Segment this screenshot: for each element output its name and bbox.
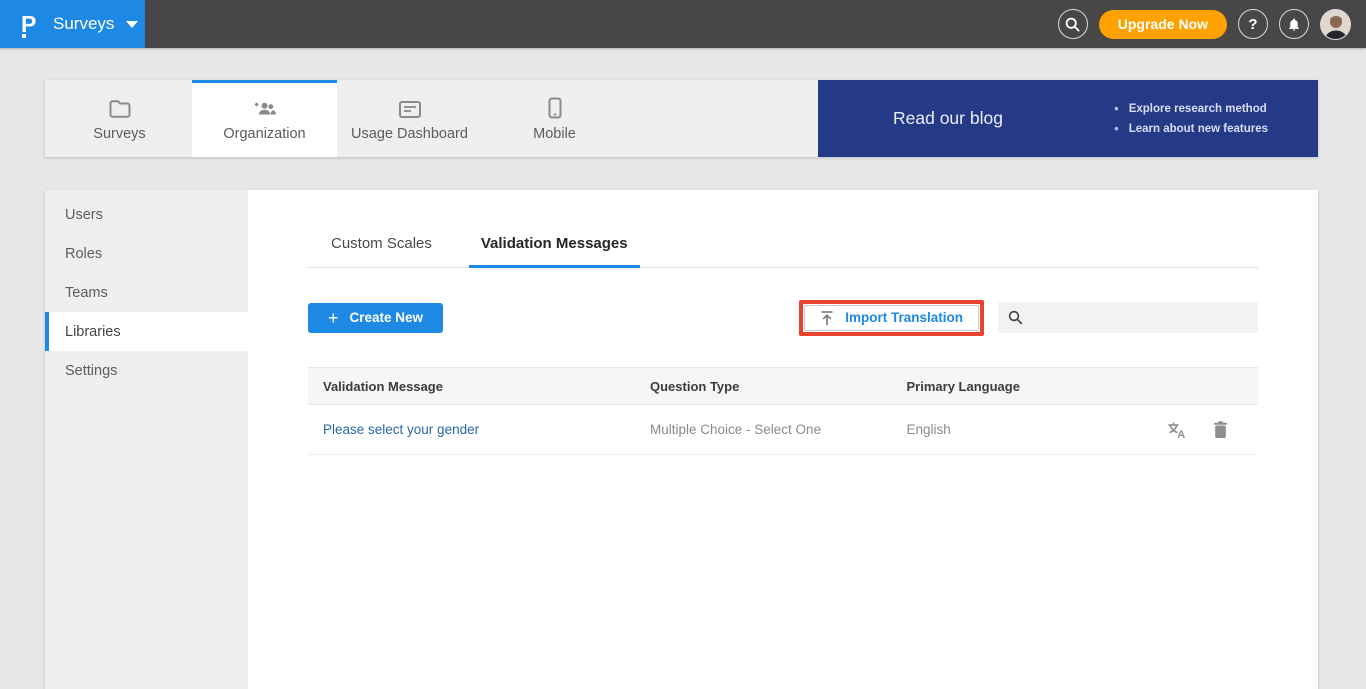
- col-validation-message: Validation Message: [308, 379, 650, 394]
- upload-icon: [820, 310, 834, 326]
- table-header-row: Validation Message Question Type Primary…: [308, 367, 1258, 405]
- create-new-label: Create New: [350, 310, 424, 325]
- libraries-main-panel: Custom Scales Validation Messages + Crea…: [248, 190, 1318, 689]
- sidebar-item-roles[interactable]: Roles: [45, 234, 248, 273]
- help-button[interactable]: ?: [1238, 9, 1268, 39]
- libraries-tabs: Custom Scales Validation Messages: [308, 235, 1258, 268]
- chevron-down-icon: [126, 21, 138, 28]
- search-button[interactable]: [1058, 9, 1088, 39]
- user-avatar[interactable]: [1320, 9, 1351, 40]
- mobile-icon: [548, 95, 562, 119]
- sidebar-item-libraries[interactable]: Libraries: [45, 312, 248, 351]
- plus-icon: +: [328, 309, 339, 327]
- sidebar-item-users[interactable]: Users: [45, 195, 248, 234]
- add-people-icon: [251, 95, 279, 119]
- nav-tab-usage-dashboard[interactable]: Usage Dashboard: [337, 80, 482, 157]
- nav-tab-label: Surveys: [93, 126, 145, 142]
- validation-messages-table: Validation Message Question Type Primary…: [308, 367, 1258, 455]
- nav-tab-label: Organization: [223, 126, 305, 142]
- banner-bullet: Explore research method: [1114, 99, 1268, 119]
- bell-icon: [1287, 17, 1301, 32]
- notifications-button[interactable]: [1279, 9, 1309, 39]
- topbar-actions: Upgrade Now ?: [1058, 9, 1366, 40]
- blog-banner[interactable]: Read our blog Explore research method Le…: [818, 80, 1318, 157]
- table-search-field[interactable]: [998, 302, 1258, 333]
- banner-bullet-list: Explore research method Learn about new …: [1114, 99, 1268, 139]
- question-type-value: Multiple Choice - Select One: [650, 422, 821, 437]
- nav-tab-label: Usage Dashboard: [351, 126, 468, 142]
- svg-text:A: A: [1177, 429, 1185, 439]
- import-translation-label: Import Translation: [845, 310, 963, 325]
- table-row: Please select your gender Multiple Choic…: [308, 405, 1258, 455]
- nav-tab-label: Mobile: [533, 126, 576, 142]
- search-icon: [1008, 310, 1023, 325]
- logo-dot: [22, 34, 26, 38]
- validation-message-link[interactable]: Please select your gender: [323, 422, 479, 437]
- search-input[interactable]: [1031, 310, 1241, 325]
- tab-validation-messages[interactable]: Validation Messages: [469, 235, 640, 268]
- org-nav-card: Surveys Organization Usage Dashboard Mob…: [45, 80, 1318, 157]
- create-new-button[interactable]: + Create New: [308, 303, 443, 333]
- product-name: Surveys: [53, 14, 114, 34]
- sidebar-item-teams[interactable]: Teams: [45, 273, 248, 312]
- search-icon: [1065, 17, 1080, 32]
- brand-product-switcher[interactable]: P Surveys: [0, 0, 145, 48]
- top-bar: P Surveys Upgrade Now ?: [0, 0, 1366, 48]
- sidebar-item-settings[interactable]: Settings: [45, 351, 248, 390]
- primary-language-value: English: [907, 422, 951, 437]
- import-translation-button[interactable]: Import Translation: [804, 305, 979, 331]
- dashboard-icon: [398, 95, 422, 119]
- questionpro-logo-icon: P: [21, 10, 43, 38]
- libraries-content-card: Users Roles Teams Libraries Settings Cus…: [45, 190, 1318, 689]
- delete-icon[interactable]: [1213, 421, 1228, 439]
- col-primary-language: Primary Language: [907, 379, 1145, 394]
- nav-tab-organization[interactable]: Organization: [192, 80, 337, 157]
- help-icon: ?: [1248, 16, 1257, 33]
- nav-tab-mobile[interactable]: Mobile: [482, 80, 627, 157]
- top-nav-tabs: Surveys Organization Usage Dashboard Mob…: [45, 80, 627, 157]
- nav-tab-surveys[interactable]: Surveys: [47, 80, 192, 157]
- upgrade-now-button[interactable]: Upgrade Now: [1099, 10, 1227, 39]
- banner-bullet: Learn about new features: [1114, 119, 1268, 139]
- banner-title: Read our blog: [893, 108, 1003, 129]
- validation-toolbar: + Create New Import Translation: [308, 299, 1258, 336]
- tab-custom-scales[interactable]: Custom Scales: [319, 235, 444, 268]
- translate-icon[interactable]: A: [1167, 421, 1187, 439]
- folder-icon: [108, 95, 132, 119]
- import-translation-annotation-highlight: Import Translation: [799, 300, 984, 336]
- col-question-type: Question Type: [650, 379, 907, 394]
- org-sidebar: Users Roles Teams Libraries Settings: [45, 190, 248, 689]
